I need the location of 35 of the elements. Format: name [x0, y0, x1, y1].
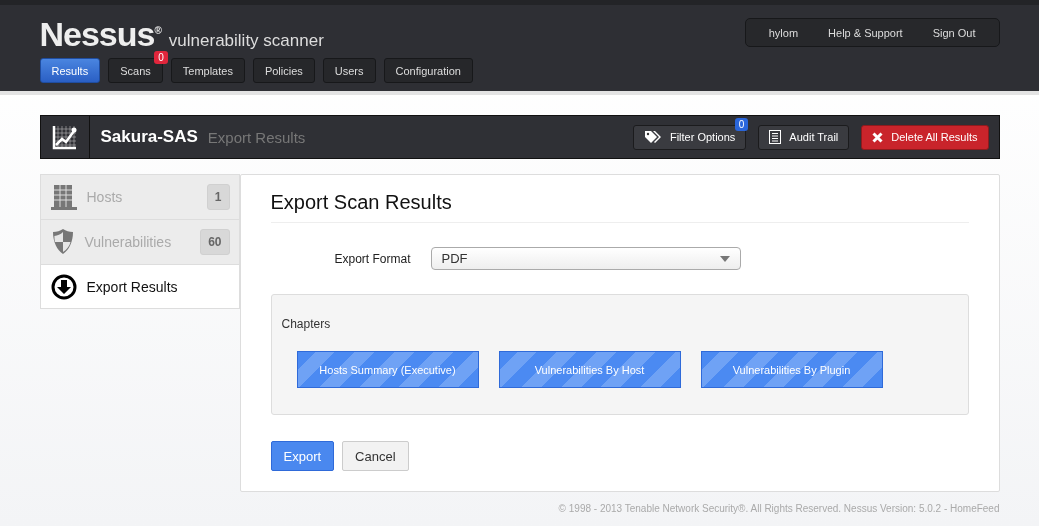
server-icon	[50, 183, 77, 211]
section-label: Chapters	[281, 317, 332, 331]
shield-icon	[50, 229, 75, 255]
user-menu-link[interactable]: hylom	[753, 26, 814, 39]
copyright-text: © 1998 - 2013 Tenable Network Security®. All Rights Reserved. Nessus Version: 5.0.2 - HomeFeed	[558, 503, 1000, 514]
count-badge: 1	[206, 184, 230, 210]
list-icon	[769, 130, 782, 144]
nav-tab[interactable]: Templates	[170, 58, 245, 83]
tag-icon	[643, 130, 662, 144]
toolbar-button[interactable]: Audit Trail	[758, 124, 850, 150]
user-menu-link[interactable]: Sign Out	[917, 26, 991, 39]
scan-title: Sakura-SAS	[100, 127, 198, 147]
caret-icon	[719, 255, 730, 262]
sidebar-item[interactable]: Hosts 1	[39, 174, 240, 219]
close-icon	[872, 131, 884, 143]
nav-tab[interactable]: Policies	[252, 58, 315, 83]
sidebar-item[interactable]: Export Results	[39, 264, 240, 309]
count-badge: 0	[734, 117, 749, 131]
page-subtitle: Export Results	[207, 128, 306, 146]
count-badge: 60	[200, 229, 230, 255]
nav-tab[interactable]: Results	[39, 58, 101, 83]
nessus-logo: Nessus$^{®}$	[39, 15, 161, 53]
nav-tab[interactable]: Users	[322, 58, 376, 83]
nav-tab[interactable]: Configuration	[383, 58, 473, 83]
count-badge: 0	[154, 51, 168, 64]
panel-heading: Export Scan Results	[270, 191, 969, 223]
cancel-button[interactable]: Cancel	[342, 441, 409, 471]
chart-icon	[51, 124, 78, 150]
format-dropdown[interactable]: PDF	[430, 247, 741, 270]
sidebar-item[interactable]: Vulnerabilities 60	[39, 219, 240, 264]
field-label: Export Format	[334, 251, 411, 266]
download-icon	[50, 273, 77, 300]
toolbar-button[interactable]: Delete All Results	[861, 124, 989, 150]
user-menu-link[interactable]: Help & Support	[813, 26, 918, 39]
tagline: vulnerability scanner	[168, 31, 324, 51]
